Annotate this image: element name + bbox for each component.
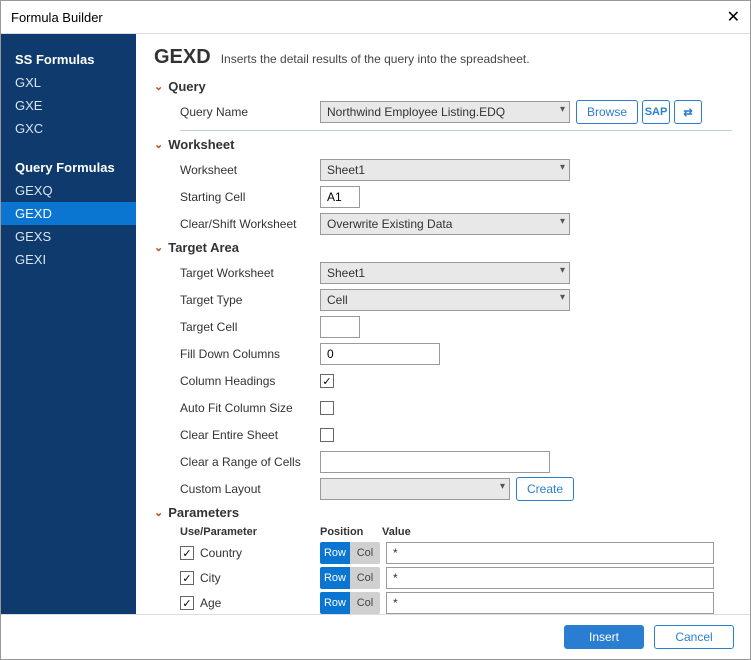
target-cell-input[interactable] — [320, 316, 360, 338]
shuffle-icon[interactable]: ⇄ — [674, 100, 702, 124]
footer: Insert Cancel — [1, 614, 750, 659]
clear-sheet-checkbox[interactable] — [320, 428, 334, 442]
column-headings-label: Column Headings — [180, 374, 320, 388]
section-parameters[interactable]: ⌄ Parameters — [154, 505, 732, 520]
params-header-position: Position — [320, 526, 382, 538]
formula-name: GEXD — [154, 46, 211, 69]
position-toggle[interactable]: RowCol — [320, 592, 380, 614]
param-checkbox[interactable] — [180, 571, 194, 585]
sidebar-item-gexd[interactable]: GEXD — [1, 202, 136, 225]
sap-icon[interactable]: SAP — [642, 100, 670, 124]
fill-down-input[interactable] — [320, 343, 440, 365]
target-type-label: Target Type — [180, 293, 320, 307]
param-value-input[interactable]: * — [386, 542, 714, 564]
query-name-select[interactable]: Northwind Employee Listing.EDQ — [320, 101, 570, 123]
param-checkbox[interactable] — [180, 596, 194, 610]
target-type-select[interactable]: Cell — [320, 289, 570, 311]
clear-shift-select[interactable]: Overwrite Existing Data — [320, 213, 570, 235]
col-toggle[interactable]: Col — [350, 592, 380, 614]
cancel-button[interactable]: Cancel — [654, 625, 734, 649]
starting-cell-input[interactable] — [320, 186, 360, 208]
sidebar-header-ss: SS Formulas — [1, 46, 136, 71]
param-name: Age — [200, 596, 221, 610]
formula-description: Inserts the detail results of the query … — [221, 52, 530, 66]
clear-range-input[interactable] — [320, 451, 550, 473]
param-row: City RowCol * — [180, 567, 732, 589]
row-toggle[interactable]: Row — [320, 542, 350, 564]
sidebar-item-gexs[interactable]: GEXS — [1, 225, 136, 248]
param-value-input[interactable]: * — [386, 567, 714, 589]
chevron-down-icon: ⌄ — [154, 80, 163, 93]
params-header-value: Value — [382, 526, 411, 538]
clear-range-label: Clear a Range of Cells — [180, 455, 320, 469]
param-name: Country — [200, 546, 242, 560]
column-headings-checkbox[interactable] — [320, 374, 334, 388]
worksheet-select[interactable]: Sheet1 — [320, 159, 570, 181]
row-toggle[interactable]: Row — [320, 567, 350, 589]
custom-layout-select[interactable] — [320, 478, 510, 500]
sidebar-item-gxe[interactable]: GXE — [1, 94, 136, 117]
create-button[interactable]: Create — [516, 477, 574, 501]
col-toggle[interactable]: Col — [350, 542, 380, 564]
row-toggle[interactable]: Row — [320, 592, 350, 614]
custom-layout-label: Custom Layout — [180, 482, 320, 496]
col-toggle[interactable]: Col — [350, 567, 380, 589]
position-toggle[interactable]: RowCol — [320, 567, 380, 589]
close-icon[interactable]: ✕ — [727, 7, 740, 27]
chevron-down-icon: ⌄ — [154, 138, 163, 151]
query-name-label: Query Name — [180, 105, 320, 119]
starting-cell-label: Starting Cell — [180, 190, 320, 204]
position-toggle[interactable]: RowCol — [320, 542, 380, 564]
worksheet-label: Worksheet — [180, 163, 320, 177]
chevron-down-icon: ⌄ — [154, 241, 163, 254]
section-worksheet[interactable]: ⌄ Worksheet — [154, 137, 732, 152]
insert-button[interactable]: Insert — [564, 625, 644, 649]
sidebar-item-gxl[interactable]: GXL — [1, 71, 136, 94]
sidebar-header-query: Query Formulas — [1, 154, 136, 179]
main-panel: GEXD Inserts the detail results of the q… — [136, 34, 750, 614]
param-row: Country RowCol * — [180, 542, 732, 564]
chevron-down-icon: ⌄ — [154, 506, 163, 519]
section-query[interactable]: ⌄ Query — [154, 79, 732, 94]
clear-shift-label: Clear/Shift Worksheet — [180, 217, 320, 231]
params-header-use: Use/Parameter — [180, 526, 320, 538]
autofit-checkbox[interactable] — [320, 401, 334, 415]
target-cell-label: Target Cell — [180, 320, 320, 334]
param-value-input[interactable]: * — [386, 592, 714, 614]
param-name: City — [200, 571, 221, 585]
sidebar: SS Formulas GXL GXE GXC Query Formulas G… — [1, 34, 136, 614]
clear-sheet-label: Clear Entire Sheet — [180, 428, 320, 442]
target-worksheet-label: Target Worksheet — [180, 266, 320, 280]
target-worksheet-select[interactable]: Sheet1 — [320, 262, 570, 284]
sidebar-item-gexi[interactable]: GEXI — [1, 248, 136, 271]
sidebar-item-gexq[interactable]: GEXQ — [1, 179, 136, 202]
autofit-label: Auto Fit Column Size — [180, 401, 320, 415]
fill-down-label: Fill Down Columns — [180, 347, 320, 361]
browse-button[interactable]: Browse — [576, 100, 638, 124]
sidebar-item-gxc[interactable]: GXC — [1, 117, 136, 140]
param-row: Age RowCol * — [180, 592, 732, 614]
divider — [180, 130, 732, 131]
param-checkbox[interactable] — [180, 546, 194, 560]
section-target[interactable]: ⌄ Target Area — [154, 240, 732, 255]
window-title: Formula Builder — [11, 10, 103, 25]
